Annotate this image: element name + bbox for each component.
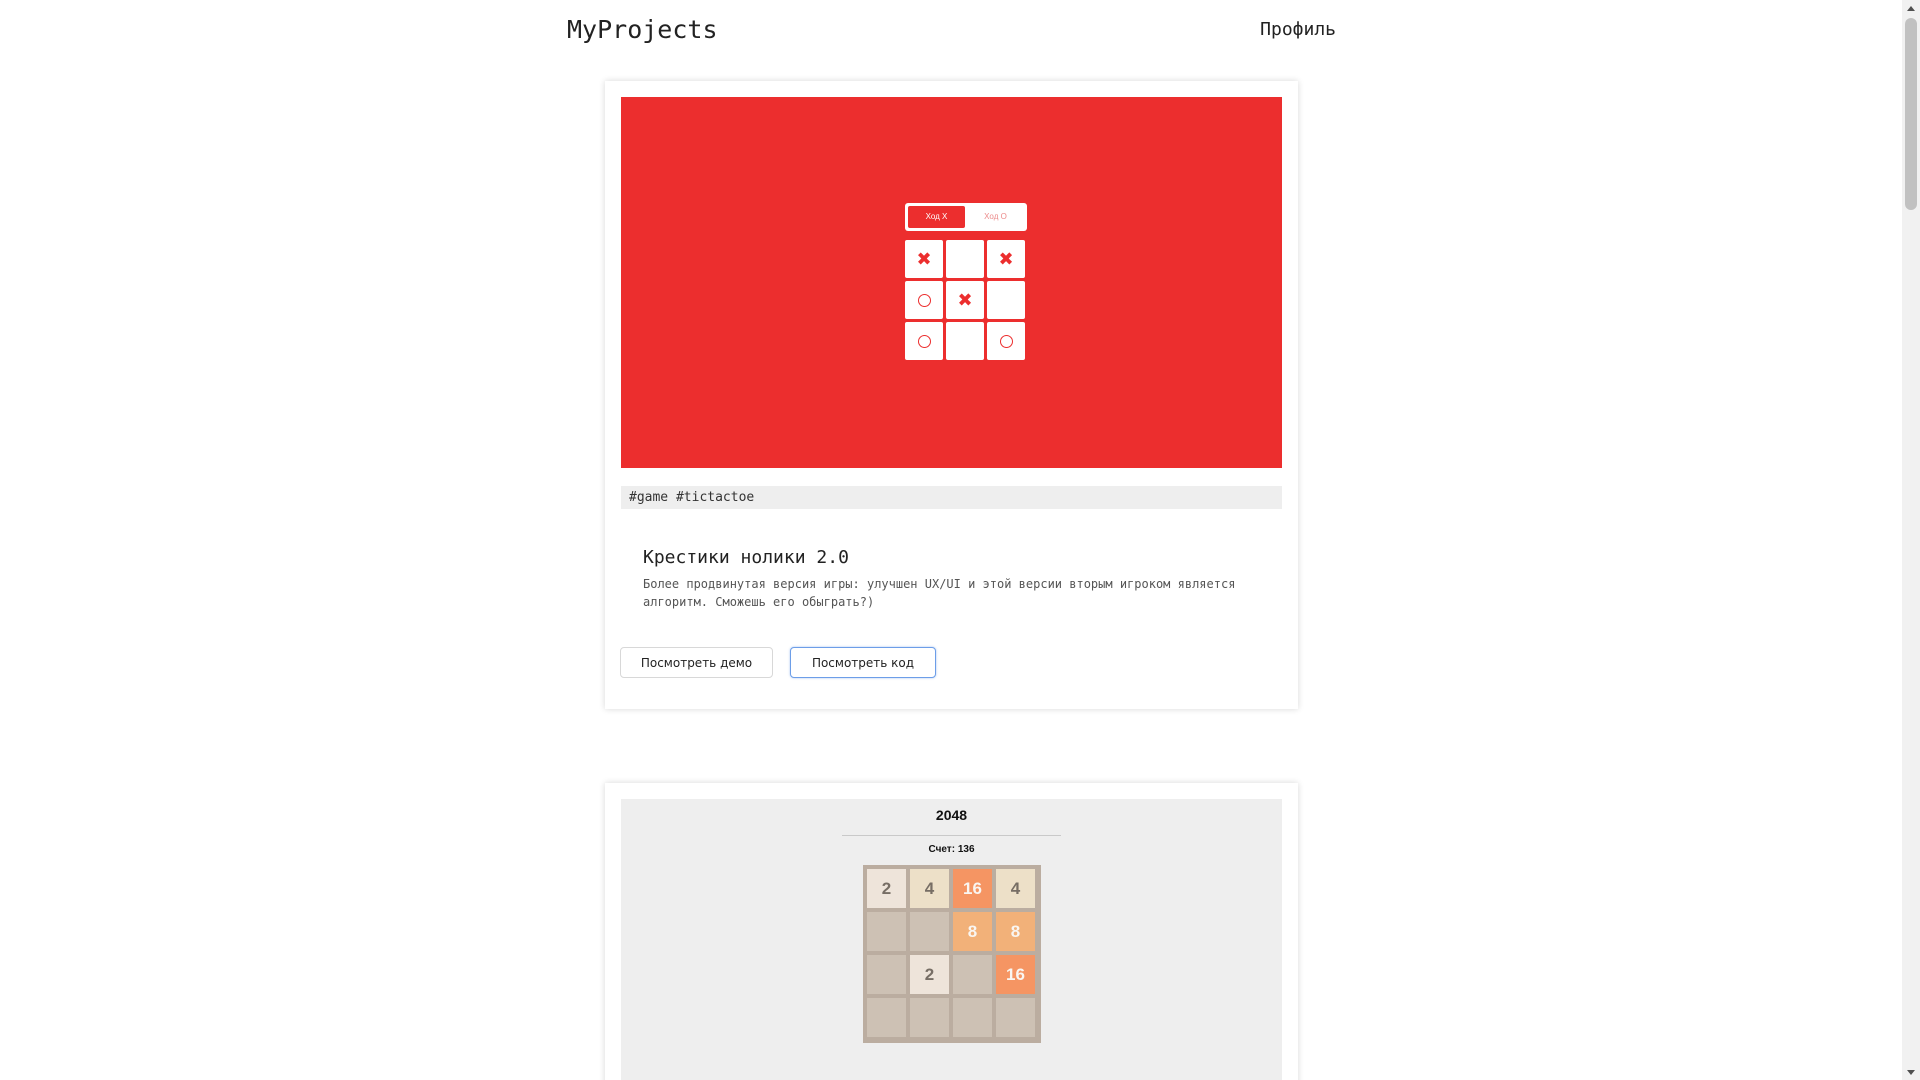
scrollbar-thumb[interactable] [1905,18,1917,210]
game-tile: 16 [996,955,1035,994]
game-tile [953,955,992,994]
cross-icon: ✖ [916,248,932,270]
game-tile: 8 [996,912,1035,951]
game-tile: 2 [910,955,949,994]
circle-icon [999,334,1013,348]
tictactoe-cell [987,281,1025,319]
site-header: MyProjects Профиль [567,12,1336,52]
tictactoe-board: ✖ ✖ ✖ [905,240,1027,360]
brand-logo[interactable]: MyProjects [567,12,718,48]
divider [842,835,1061,836]
project-card: 2048 Счет: 136 2 4 16 4 8 8 2 16 [605,783,1298,1080]
view-demo-button[interactable]: Посмотреть демо [620,647,773,678]
profile-link[interactable]: Профиль [1260,15,1336,45]
tictactoe-cell: ✖ [987,240,1025,278]
project-preview-image: 2048 Счет: 136 2 4 16 4 8 8 2 16 [621,799,1282,1080]
game-tile [867,912,906,951]
tictactoe-cell [905,322,943,360]
game-tile [867,998,906,1037]
circle-icon [917,293,931,307]
game-tile: 8 [953,912,992,951]
tictactoe-cell: ✖ [905,240,943,278]
tictactoe-cell [987,322,1025,360]
game-tile: 2 [867,869,906,908]
game-tile [910,912,949,951]
turn-x-tab: Ход X [908,206,965,228]
game-2048-board: 2 4 16 4 8 8 2 16 [863,865,1041,1043]
scroll-down-arrow-icon[interactable] [1902,1064,1920,1080]
game-tile [953,998,992,1037]
turn-o-tab: Ход O [984,212,1007,221]
game-tile [996,998,1035,1037]
project-title: Крестики нолики 2.0 [643,547,849,568]
vertical-scrollbar[interactable] [1902,0,1920,1080]
game-tile: 4 [996,869,1035,908]
circle-icon [917,334,931,348]
cross-icon: ✖ [957,289,973,311]
scroll-up-arrow-icon[interactable] [1902,0,1920,16]
tictactoe-cell: ✖ [946,281,984,319]
turn-toggle: Ход X Ход O [905,203,1027,231]
project-card: Ход X Ход O ✖ ✖ ✖ #game #tictactoe Крестик… [605,81,1298,709]
game-tile: 16 [953,869,992,908]
project-tags: #game #tictactoe [621,486,1282,509]
game-title: 2048 [935,807,968,823]
game-score: Счет: 136 [928,844,975,855]
tictactoe-preview: Ход X Ход O ✖ ✖ ✖ [905,203,1027,360]
game-tile [910,998,949,1037]
cross-icon: ✖ [998,248,1014,270]
tictactoe-cell [946,322,984,360]
game-tile: 4 [910,869,949,908]
tictactoe-cell [905,281,943,319]
tictactoe-cell [946,240,984,278]
project-preview-image: Ход X Ход O ✖ ✖ ✖ [621,97,1282,468]
game-tile [867,955,906,994]
view-code-button[interactable]: Посмотреть код [790,647,936,678]
project-description: Более продвинутая версия игры: улучшен U… [643,577,1236,609]
